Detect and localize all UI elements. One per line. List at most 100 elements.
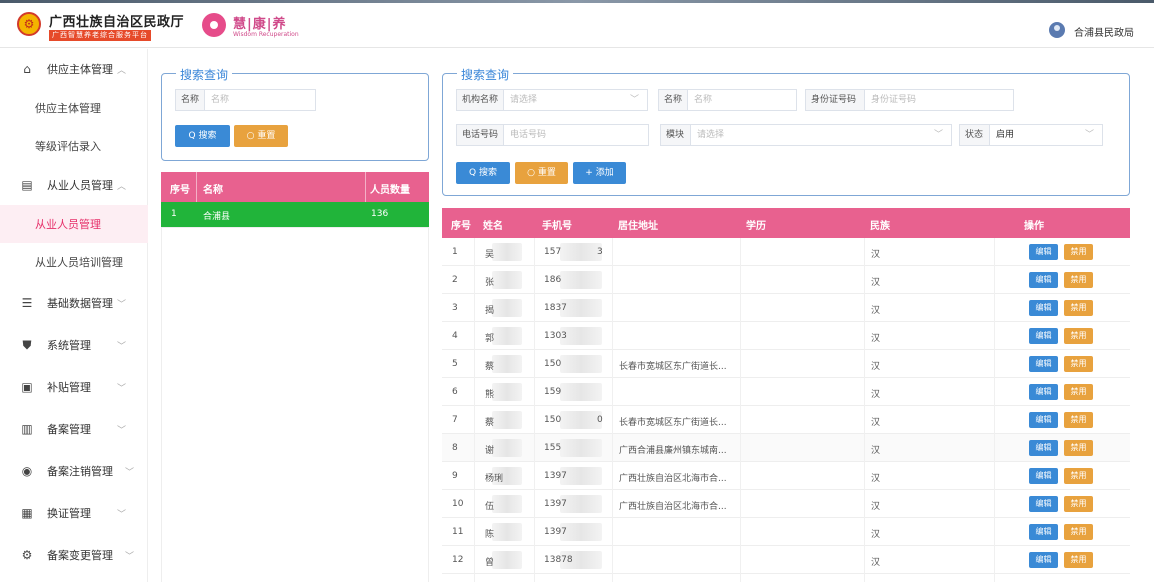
sidebar-group-label: 补贴管理	[47, 381, 91, 394]
edit-button[interactable]: 编辑	[1029, 524, 1058, 540]
edit-button[interactable]: 编辑	[1029, 328, 1058, 344]
sidebar-group-label: 备案变更管理	[47, 549, 113, 562]
reset-button[interactable]: ○ 重置	[234, 125, 288, 147]
disable-button[interactable]: 禁用	[1064, 524, 1093, 540]
status-select[interactable]: 启用 ﹀	[989, 124, 1103, 146]
redaction-mask	[492, 327, 522, 345]
sidebar-group-filing-change[interactable]: ⚙ 备案变更管理 ﹀	[0, 535, 148, 575]
disable-button[interactable]: 禁用	[1064, 496, 1093, 512]
cell-ethnic: 汉	[871, 558, 881, 568]
sidebar-group-filing[interactable]: ▥ 备案管理 ﹀	[0, 409, 148, 449]
building-icon: ▥	[21, 422, 33, 436]
top-accent-line	[0, 0, 1154, 3]
cell-address: 长春市宽城区东广街道长...	[619, 418, 727, 428]
disable-button[interactable]: 禁用	[1064, 552, 1093, 568]
reset-button[interactable]: ○ 重置	[515, 162, 568, 184]
column-divider	[864, 238, 865, 582]
org-field-label: 机构名称	[456, 89, 504, 111]
cell-no: 2	[452, 275, 458, 285]
edit-button[interactable]: 编辑	[1029, 384, 1058, 400]
redaction-mask	[492, 439, 522, 457]
sidebar-group-supplier[interactable]: ⌂ 供应主体管理 ︿	[0, 49, 148, 89]
column-header: 名称	[203, 185, 223, 196]
disable-button[interactable]: 禁用	[1064, 412, 1093, 428]
sidebar-group-license-renew[interactable]: ▦ 换证管理 ﹀	[0, 493, 148, 533]
box-icon: ▣	[21, 380, 33, 394]
name-input[interactable]: 名称	[204, 89, 316, 111]
table-row[interactable]: 2 张 186 汉 编辑 禁用	[442, 266, 1130, 294]
sidebar: ⌂ 供应主体管理 ︿ 供应主体管理 等级评估录入 ▤ 从业人员管理 ︿ 从业人员…	[0, 49, 148, 582]
sidebar-item-staff-training[interactable]: 从业人员培训管理	[0, 243, 148, 281]
cell-name: 蔡	[485, 362, 495, 372]
cell-ethnic: 汉	[871, 390, 881, 400]
table-row[interactable]: 11 陈 1397 汉 编辑 禁用	[442, 518, 1130, 546]
table-row[interactable]: 8 谢 155 广西合浦县廉州镇东城南... 汉 编辑 禁用	[442, 434, 1130, 462]
redaction-mask	[492, 523, 522, 541]
sidebar-item-label: 从业人员管理	[35, 218, 101, 231]
table-row[interactable]: 5 蔡 150 长春市宽城区东广街道长... 汉 编辑 禁用	[442, 350, 1130, 378]
sidebar-item-grade-entry[interactable]: 等级评估录入	[0, 127, 148, 165]
table-row[interactable]: 9 杨琍 1397 广西壮族自治区北海市合... 汉 编辑 禁用	[442, 462, 1130, 490]
edit-button[interactable]: 编辑	[1029, 552, 1058, 568]
search-button[interactable]: Q 搜索	[175, 125, 230, 147]
disable-button[interactable]: 禁用	[1064, 384, 1093, 400]
module-select[interactable]: 请选择 ﹀	[690, 124, 952, 146]
edit-button[interactable]: 编辑	[1029, 468, 1058, 484]
edit-button[interactable]: 编辑	[1029, 244, 1058, 260]
search-button[interactable]: Q 搜索	[456, 162, 510, 184]
column-header: 学历	[746, 221, 766, 232]
phone-input[interactable]: 电话号码	[503, 124, 649, 146]
user-gear-icon: ⚙	[21, 548, 33, 562]
sidebar-item-staff-manage[interactable]: 从业人员管理	[0, 205, 148, 243]
table-row[interactable]: 1 吴 157 3 汉 编辑 禁用	[442, 238, 1130, 266]
sidebar-group-staff[interactable]: ▤ 从业人员管理 ︿	[0, 165, 148, 205]
name-input[interactable]: 名称	[687, 89, 797, 111]
table-row[interactable]: 12 曾 13878 汉 编辑 禁用	[442, 546, 1130, 574]
sidebar-group-system[interactable]: ⛊ 系统管理 ﹀	[0, 325, 148, 365]
table-row[interactable]: 3 揭 1837 汉 编辑 禁用	[442, 294, 1130, 322]
table-row[interactable]: 7 蔡 150 0 长春市宽城区东广街道长... 汉 编辑 禁用	[442, 406, 1130, 434]
disable-button[interactable]: 禁用	[1064, 440, 1093, 456]
sidebar-item-supplier-manage[interactable]: 供应主体管理	[0, 89, 148, 127]
status-field-label: 状态	[959, 124, 990, 146]
column-divider	[740, 238, 741, 582]
disable-button[interactable]: 禁用	[1064, 468, 1093, 484]
table-row[interactable]: 4 郭 1303 汉 编辑 禁用	[442, 322, 1130, 350]
org-select[interactable]: 请选择 ﹀	[503, 89, 648, 111]
edit-button[interactable]: 编辑	[1029, 300, 1058, 316]
chevron-down-icon: ﹀	[117, 341, 127, 352]
id-card-icon: ▤	[21, 178, 33, 192]
disable-button[interactable]: 禁用	[1064, 272, 1093, 288]
table-row[interactable]: 10 伍 1397 广西壮族自治区北海市合... 汉 编辑 禁用	[442, 490, 1130, 518]
column-header: 人员数量	[370, 185, 410, 196]
user-avatar-icon[interactable]	[1049, 22, 1065, 38]
id-number-input[interactable]: 身份证号码	[864, 89, 1014, 111]
sidebar-group-filing-cancel[interactable]: ◉ 备案注销管理 ﹀	[0, 451, 148, 491]
disable-button[interactable]: 禁用	[1064, 328, 1093, 344]
disable-button[interactable]: 禁用	[1064, 356, 1093, 372]
table-row[interactable]: 1 合浦县 136	[161, 202, 429, 228]
edit-button[interactable]: 编辑	[1029, 496, 1058, 512]
cell-no: 4	[452, 331, 458, 341]
cell-ethnic: 汉	[871, 446, 881, 456]
add-button[interactable]: + 添加	[573, 162, 626, 184]
sidebar-group-label: 从业人员管理	[47, 179, 113, 192]
table-row[interactable]: 6 熊 159 汉 编辑 禁用	[442, 378, 1130, 406]
sidebar-group-basic-data[interactable]: ☰ 基础数据管理 ﹀	[0, 283, 148, 323]
disable-button[interactable]: 禁用	[1064, 300, 1093, 316]
cell-phone: 1303	[544, 331, 567, 341]
edit-button[interactable]: 编辑	[1029, 440, 1058, 456]
sidebar-group-subsidy[interactable]: ▣ 补贴管理 ﹀	[0, 367, 148, 407]
brand-logo-icon	[202, 13, 226, 37]
cell-name: 揭	[485, 306, 495, 316]
cell-phone: 159	[544, 387, 562, 397]
edit-button[interactable]: 编辑	[1029, 412, 1058, 428]
edit-button[interactable]: 编辑	[1029, 356, 1058, 372]
redaction-mask	[560, 411, 602, 429]
sidebar-item-label: 从业人员培训管理	[35, 256, 123, 269]
edit-button[interactable]: 编辑	[1029, 272, 1058, 288]
bank-icon: ⌂	[23, 62, 31, 76]
module-select-placeholder: 请选择	[697, 130, 725, 140]
user-name[interactable]: 合浦县民政局	[1074, 24, 1134, 39]
disable-button[interactable]: 禁用	[1064, 244, 1093, 260]
